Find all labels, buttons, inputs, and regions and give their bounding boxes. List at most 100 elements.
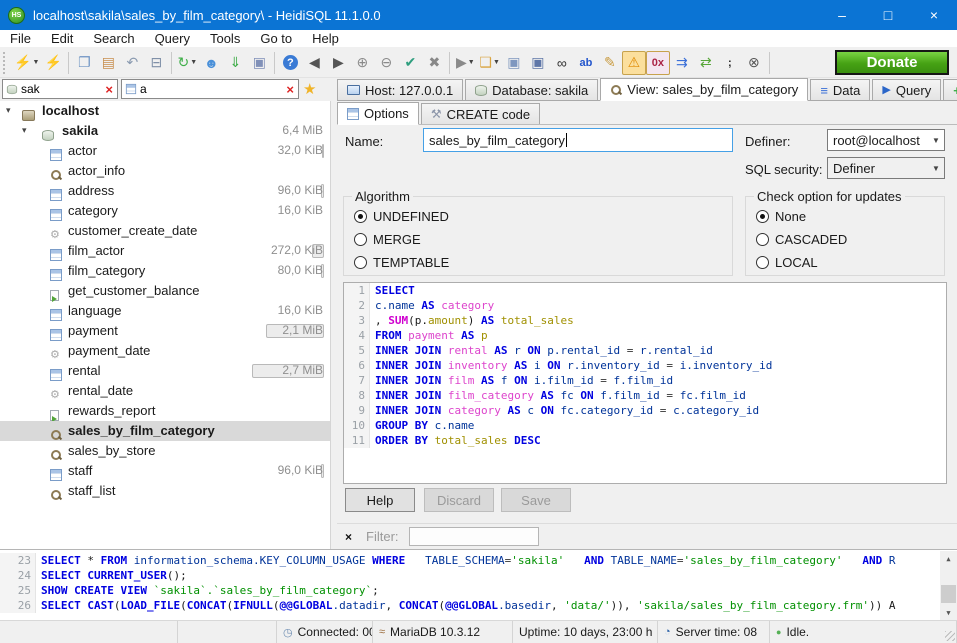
view-name-input[interactable]: sales_by_film_category bbox=[423, 128, 733, 152]
tree-item-sales_by_store[interactable]: sales_by_store bbox=[0, 441, 330, 461]
tree-item-actor_info[interactable]: actor_info bbox=[0, 161, 330, 181]
export-icon[interactable]: ⇓ bbox=[223, 51, 247, 75]
tree-item-rental_date[interactable]: ⚙rental_date bbox=[0, 381, 330, 401]
indent-icon[interactable]: ⇉ bbox=[670, 51, 694, 75]
tab-database[interactable]: Database: sakila bbox=[465, 79, 598, 100]
warning-toggle-icon[interactable]: ⚠ bbox=[622, 51, 646, 75]
table-filter-input[interactable] bbox=[140, 82, 285, 96]
close-button[interactable]: × bbox=[911, 0, 957, 30]
print-icon[interactable]: ⊟ bbox=[144, 51, 168, 75]
copy-icon[interactable]: ❐ bbox=[72, 51, 96, 75]
tree-item-language[interactable]: language16,0 KiB bbox=[0, 301, 330, 321]
database-filter[interactable]: × bbox=[2, 79, 118, 99]
clear-filter-icon[interactable]: × bbox=[285, 82, 295, 97]
format-code-icon[interactable]: ✎ bbox=[598, 51, 622, 75]
remove-record-icon[interactable]: ⊖ bbox=[374, 51, 398, 75]
tree-item-customer_create_date[interactable]: ⚙customer_create_date bbox=[0, 221, 330, 241]
menu-go-to[interactable]: Go to bbox=[250, 30, 302, 48]
menu-file[interactable]: File bbox=[0, 30, 41, 48]
clear-filter-icon[interactable]: × bbox=[104, 82, 114, 97]
hex-toggle-icon[interactable]: 0x bbox=[646, 51, 670, 75]
algorithm-option-undefined[interactable]: UNDEFINED bbox=[354, 209, 449, 224]
save-database-icon[interactable]: ▣ bbox=[247, 51, 271, 75]
scrollbar-thumb[interactable] bbox=[941, 585, 956, 603]
tree-item-staff[interactable]: staff96,0 KiB bbox=[0, 461, 330, 481]
favorites-star-icon[interactable]: ★ bbox=[303, 80, 316, 98]
stop-icon[interactable]: ⊗ bbox=[742, 51, 766, 75]
tree-item-payment[interactable]: payment2,1 MiB bbox=[0, 321, 330, 341]
tab-data[interactable]: ≡Data bbox=[810, 79, 870, 100]
save-as-icon[interactable]: ▣ bbox=[526, 51, 550, 75]
check-option-option-local[interactable]: LOCAL bbox=[756, 255, 818, 270]
minimize-button[interactable]: – bbox=[819, 0, 865, 30]
definer-combobox[interactable]: root@localhost ▼ bbox=[827, 129, 945, 151]
paste-icon[interactable]: ▤ bbox=[96, 51, 120, 75]
tab-new-query[interactable]: + bbox=[943, 79, 957, 100]
reformat-icon[interactable]: ⇄ bbox=[694, 51, 718, 75]
tab-host[interactable]: Host: 127.0.0.1 bbox=[337, 79, 463, 100]
database-filter-input[interactable] bbox=[21, 82, 104, 96]
algorithm-option-merge[interactable]: MERGE bbox=[354, 232, 421, 247]
tree-item-actor[interactable]: actor32,0 KiB bbox=[0, 141, 330, 161]
tree-item-film_category[interactable]: film_category80,0 KiB bbox=[0, 261, 330, 281]
view-sql-editor[interactable]: 1SELECT2c.name AS category3, SUM(p.amoun… bbox=[343, 282, 947, 484]
tree-item-rental[interactable]: rental2,7 MiB bbox=[0, 361, 330, 381]
undo-icon[interactable]: ↶ bbox=[120, 51, 144, 75]
algorithm-option-temptable[interactable]: TEMPTABLE bbox=[354, 255, 449, 270]
tree-item-film_actor[interactable]: film_actor272,0 KiB bbox=[0, 241, 330, 261]
tree-item-sakila[interactable]: ▾sakila6,4 MiB bbox=[0, 121, 330, 141]
filter-input[interactable] bbox=[409, 527, 539, 546]
resize-grip[interactable] bbox=[945, 631, 955, 641]
scroll-up-icon[interactable]: ▲ bbox=[940, 551, 957, 567]
apply-icon[interactable]: ✔ bbox=[398, 51, 422, 75]
toolbar-grip[interactable] bbox=[3, 52, 8, 74]
menu-search[interactable]: Search bbox=[83, 30, 144, 48]
window-title: localhost\sakila\sales_by_film_category\… bbox=[33, 8, 381, 23]
tree-item-localhost[interactable]: ▾localhost bbox=[0, 101, 330, 121]
sql-security-combobox[interactable]: Definer ▼ bbox=[827, 157, 945, 179]
help-button[interactable]: Help bbox=[345, 488, 415, 512]
maximize-button[interactable]: □ bbox=[865, 0, 911, 30]
semicolon-icon[interactable]: ; bbox=[718, 51, 742, 75]
menu-edit[interactable]: Edit bbox=[41, 30, 83, 48]
tree-item-rewards_report[interactable]: rewards_report bbox=[0, 401, 330, 421]
tab-query[interactable]: ▶Query bbox=[872, 79, 941, 100]
menu-help[interactable]: Help bbox=[302, 30, 349, 48]
tab-view[interactable]: View: sales_by_film_category bbox=[600, 78, 808, 101]
save-icon[interactable]: ▣ bbox=[502, 51, 526, 75]
goto-last-icon[interactable]: ▶ bbox=[326, 51, 350, 75]
expand-arrow-icon[interactable]: ▾ bbox=[22, 125, 27, 136]
user-manager-icon[interactable]: ☻ bbox=[199, 51, 223, 75]
check-option-option-cascaded[interactable]: CASCADED bbox=[756, 232, 847, 247]
scroll-down-icon[interactable]: ▼ bbox=[940, 605, 957, 620]
code-line: 3, SUM(p.amount) AS total_sales bbox=[344, 313, 946, 328]
close-filter-icon[interactable]: × bbox=[345, 530, 352, 544]
replace-icon[interactable]: ab bbox=[574, 51, 598, 75]
add-record-icon[interactable]: ⊕ bbox=[350, 51, 374, 75]
disconnect-icon[interactable]: ⚡ bbox=[41, 51, 65, 75]
donate-button[interactable]: Donate bbox=[835, 50, 949, 75]
menu-query[interactable]: Query bbox=[145, 30, 200, 48]
execute-icon[interactable]: ▶▼ bbox=[453, 51, 477, 75]
tree-item-sales_by_film_category[interactable]: sales_by_film_category bbox=[0, 421, 330, 441]
tab-create-code[interactable]: ⚒CREATE code bbox=[421, 103, 540, 124]
cancel-icon[interactable]: ✖ bbox=[422, 51, 446, 75]
tree-item-get_customer_balance[interactable]: get_customer_balance bbox=[0, 281, 330, 301]
log-scrollbar[interactable]: ▲ ▼ bbox=[940, 551, 957, 620]
goto-first-icon[interactable]: ◀ bbox=[302, 51, 326, 75]
sql-log-panel[interactable]: 23SELECT * FROM information_schema.KEY_C… bbox=[0, 549, 957, 620]
connect-icon[interactable]: ⚡▼ bbox=[12, 51, 41, 75]
tree-item-payment_date[interactable]: ⚙payment_date bbox=[0, 341, 330, 361]
tree-item-address[interactable]: address96,0 KiB bbox=[0, 181, 330, 201]
tab-options[interactable]: Options bbox=[337, 102, 419, 125]
refresh-icon[interactable]: ↻▼ bbox=[175, 51, 199, 75]
menu-tools[interactable]: Tools bbox=[200, 30, 250, 48]
help-icon[interactable]: ? bbox=[278, 51, 302, 75]
table-filter[interactable]: × bbox=[121, 79, 299, 99]
tree-item-staff_list[interactable]: staff_list bbox=[0, 481, 330, 501]
find-icon[interactable]: ∞ bbox=[550, 51, 574, 75]
check-option-option-none[interactable]: None bbox=[756, 209, 806, 224]
expand-arrow-icon[interactable]: ▾ bbox=[6, 105, 11, 116]
tree-item-category[interactable]: category16,0 KiB bbox=[0, 201, 330, 221]
open-file-icon[interactable]: ❑▼ bbox=[477, 51, 502, 75]
